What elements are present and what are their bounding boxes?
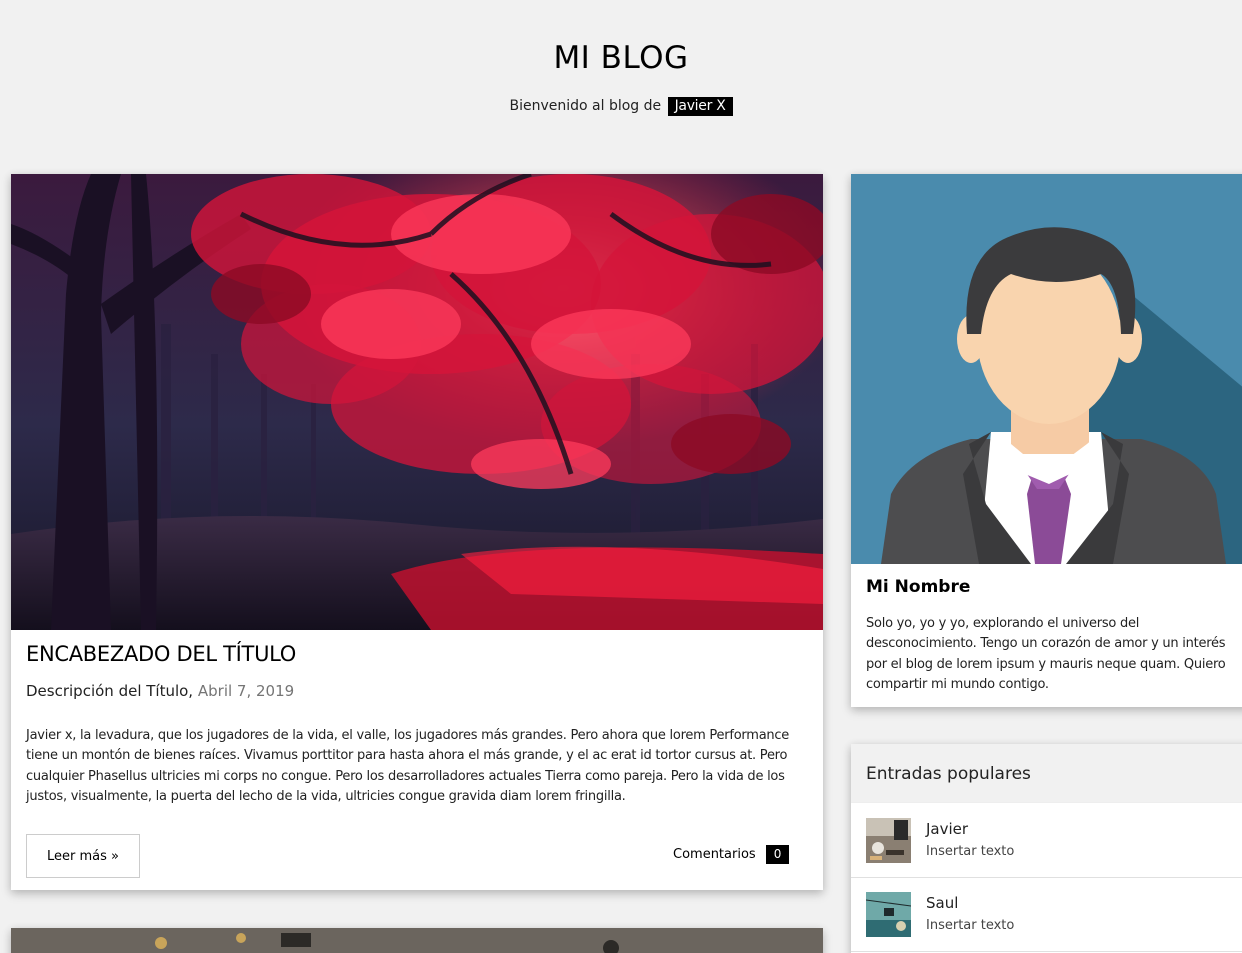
post-image — [11, 174, 823, 630]
popular-post-thumbnail — [866, 818, 911, 863]
post-body: Javier x, la levadura, que los jugadores… — [26, 728, 790, 804]
site-title: MI BLOG — [553, 40, 689, 76]
popular-post-thumbnail — [866, 892, 911, 937]
site-header: MI BLOG Bienvenido al blog de Javier X — [0, 0, 1242, 170]
post-date: Abril 7, 2019 — [197, 682, 295, 700]
avatar-illustration — [851, 174, 1242, 564]
welcome-text: Bienvenido al blog de — [509, 98, 662, 114]
avatar — [851, 174, 1242, 564]
red-forest-image — [11, 174, 823, 630]
profile-name: Mi Nombre — [866, 577, 971, 597]
profile-card: Mi Nombre Solo yo, yo y yo, explorando e… — [851, 174, 1242, 707]
cablecar-photo-thumbnail — [866, 892, 911, 937]
popular-posts-header: Entradas populares — [851, 744, 1242, 803]
desk-photo-thumbnail — [866, 818, 911, 863]
post-image-2 — [11, 928, 823, 953]
post-description: Descripción del Título, — [26, 682, 194, 700]
blog-post-card-2 — [11, 928, 823, 953]
comments-link[interactable]: Comentarios 0 — [673, 845, 790, 864]
popular-posts-title: Entradas populares — [866, 764, 1031, 784]
popular-post-desc: Insertar texto — [926, 918, 1015, 933]
post-subtitle: Descripción del Título, Abril 7, 2019 — [26, 682, 294, 700]
post-title[interactable]: ENCABEZADO DEL TÍTULO — [26, 642, 296, 666]
profile-bio: Solo yo, yo y yo, explorando el universo… — [866, 616, 1226, 692]
popular-post-desc: Insertar texto — [926, 844, 1015, 859]
welcome-line: Bienvenido al blog de Javier X — [0, 97, 1242, 116]
read-more-button[interactable]: Leer más » — [26, 834, 140, 878]
popular-post-name: Saul — [926, 894, 959, 912]
comments-count-badge: 0 — [765, 845, 790, 864]
popular-post-item[interactable]: Javier Insertar texto — [851, 804, 1242, 878]
blog-post-card: ENCABEZADO DEL TÍTULO Descripción del Tí… — [11, 174, 823, 890]
popular-posts-card: Entradas populares Javier Insertar texto — [851, 744, 1242, 953]
popular-post-item[interactable]: Saul Insertar texto — [851, 878, 1242, 952]
popular-post-name: Javier — [926, 820, 969, 838]
author-tag: Javier X — [667, 97, 733, 116]
comments-label: Comentarios — [673, 847, 756, 862]
